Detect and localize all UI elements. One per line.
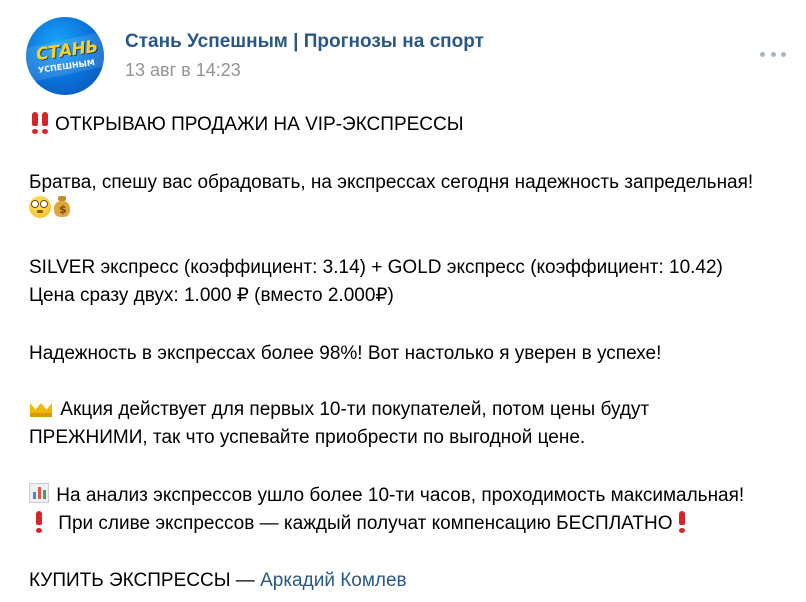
money-bag-icon: $ [53, 196, 71, 218]
post-line: При сливе экспрессов — каждый получат ко… [29, 510, 696, 538]
post-line: $ [29, 196, 73, 224]
author-mention-link[interactable]: Аркадий Комлев [260, 570, 407, 591]
post-line: ПРЕЖНИМИ, так что успевайте приобрести п… [29, 427, 586, 448]
wall-post: СТАНЬ УСПЕШНЫМ Стань Успешным | Прогнозы… [0, 0, 806, 602]
post-line: Надежность в экспрессах более 98%! Вот н… [29, 343, 662, 364]
buy-text: КУПИТЬ ЭКСПРЕССЫ — [29, 570, 261, 591]
community-name-link[interactable]: Стань Успешным | Прогнозы на спорт [125, 31, 484, 53]
post-line: Братва, спешу вас обрадовать, на экспрес… [29, 172, 754, 193]
more-options-icon[interactable] [760, 48, 786, 60]
post-line-text: При сливе экспрессов — каждый получат ко… [58, 513, 673, 534]
post-line-text: Акция действует для первых 10-ти покупат… [60, 399, 650, 420]
double-exclamation-icon [29, 111, 53, 134]
exclamation-icon [672, 510, 694, 533]
post-line: ОТКРЫВАЮ ПРОДАЖИ НА VIP-ЭКСПРЕССЫ [29, 111, 464, 139]
post-line: На анализ экспрессов ушло более 10-ти ча… [29, 482, 744, 510]
community-avatar[interactable]: СТАНЬ УСПЕШНЫМ [26, 17, 104, 95]
post-line: КУПИТЬ ЭКСПРЕССЫ — Аркадий Комлев [29, 567, 407, 595]
post-line-text: На анализ экспрессов ушло более 10-ти ча… [56, 485, 745, 506]
post-line: SILVER экспресс (коэффициент: 3.14) + GO… [29, 257, 723, 278]
post-date-link[interactable]: 13 авг в 14:23 [125, 60, 241, 81]
face-icon [29, 196, 51, 218]
post-line-text: ОТКРЫВАЮ ПРОДАЖИ НА VIP-ЭКСПРЕССЫ [55, 114, 464, 135]
exclamation-icon [29, 510, 51, 533]
crown-icon [29, 397, 53, 417]
post-line: Цена сразу двух: 1.000 ₽ (вместо 2.000₽) [29, 285, 394, 306]
bar-chart-icon [29, 483, 49, 503]
post-line: Акция действует для первых 10-ти покупат… [29, 396, 649, 424]
